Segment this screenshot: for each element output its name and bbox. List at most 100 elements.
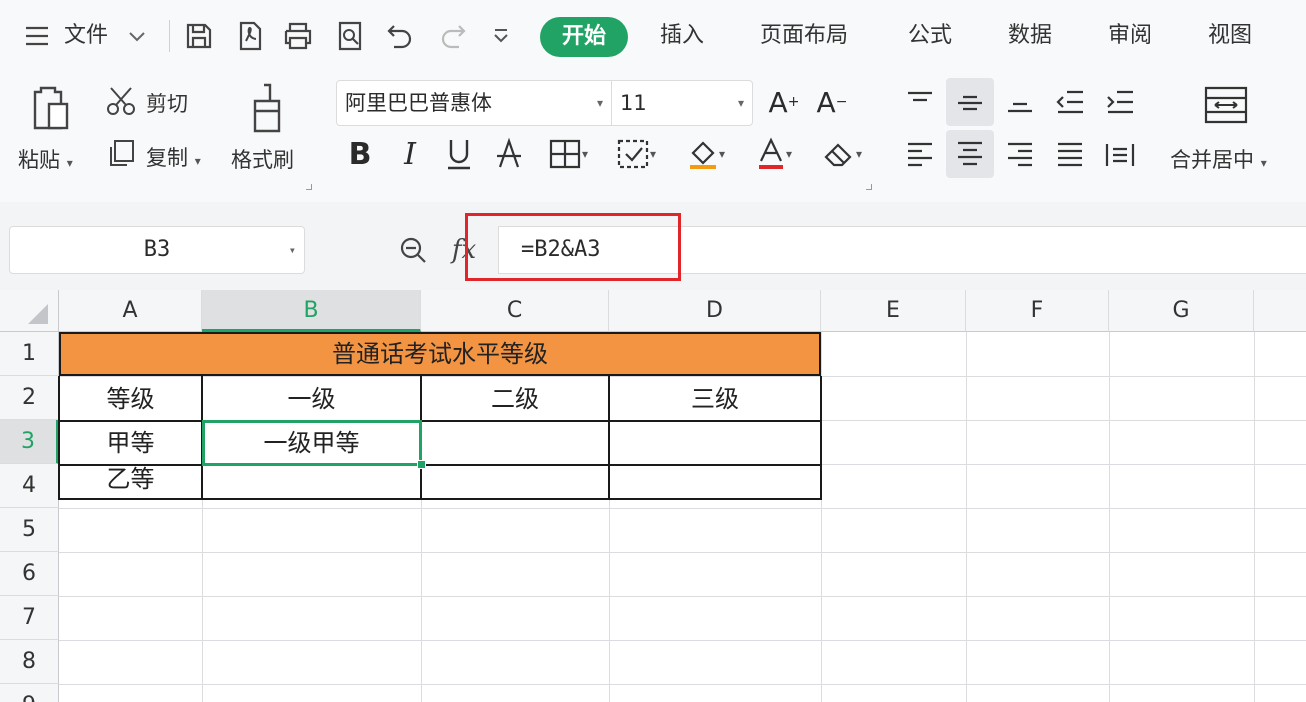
customize-toolbar-icon[interactable] [482,17,520,55]
cell-d3[interactable] [610,422,820,464]
font-group-launcher[interactable] [866,184,872,190]
column-header-h[interactable] [1254,290,1306,332]
tab-view[interactable]: 视图 [1208,16,1252,56]
chevron-down-icon[interactable] [118,17,156,55]
merge-center-button[interactable]: 合并居中 ▾ [1170,144,1267,174]
title-cell[interactable]: 普通话考试水平等级 [59,332,821,376]
tab-page-layout[interactable]: 页面布局 [760,16,848,56]
gridline [59,640,1306,641]
file-menu-label: 文件 [64,23,109,48]
italic-icon[interactable]: I [394,134,426,174]
row-header-6[interactable]: 6 [0,552,59,596]
tab-review[interactable]: 审阅 [1108,16,1152,56]
save-icon[interactable] [180,17,218,55]
column-header-g[interactable]: G [1109,290,1254,332]
merge-cells-icon[interactable] [1200,82,1252,128]
gridline [59,596,1306,597]
font-name-select[interactable]: 阿里巴巴普惠体 ▾ [336,80,612,126]
strikethrough-icon[interactable] [492,134,526,174]
column-header-e[interactable]: E [821,290,966,332]
gridline [1254,332,1255,702]
align-right-icon[interactable] [1000,132,1040,178]
file-menu[interactable]: 文件 [64,16,108,56]
format-painter-icon[interactable] [244,80,290,138]
ribbon-toolbar: 粘贴 ▾ 剪切 复制 ▾ 格式刷 阿里巴巴普惠体 ▾ 11 ▾ A + A − B I … [0,76,1306,202]
increase-indent-icon[interactable] [1100,82,1140,122]
cell-a3[interactable]: 甲等 [60,422,201,464]
distribute-icon[interactable] [1100,132,1140,178]
fill-color-icon[interactable]: ▾ [678,134,734,174]
cell-c3[interactable] [422,422,608,464]
column-header-b[interactable]: B [202,290,421,332]
divider [169,20,170,52]
undo-icon[interactable] [381,17,419,55]
gridline [59,508,1306,509]
fill-handle[interactable] [417,460,426,469]
cell-b4[interactable] [203,466,420,498]
align-center-icon[interactable] [946,130,994,178]
row-header-4[interactable]: 4 [0,464,59,508]
row-header-1[interactable]: 1 [0,332,59,376]
print-icon[interactable] [279,17,317,55]
align-middle-icon[interactable] [946,78,994,126]
paste-label[interactable]: 粘贴 ▾ [18,144,73,174]
copy-icon[interactable] [104,136,138,170]
row-header-8[interactable]: 8 [0,640,59,684]
redo-icon[interactable] [434,17,472,55]
eraser-icon[interactable]: ▾ [814,134,870,174]
tab-formulas[interactable]: 公式 [908,16,952,56]
row-header-9[interactable]: 9 [0,684,59,702]
gridline [59,552,1306,553]
column-header-a[interactable]: A [59,290,202,332]
column-header-d[interactable]: D [609,290,821,332]
cell-a2[interactable]: 等级 [60,378,201,420]
font-color-icon[interactable]: ▾ [746,134,802,174]
cell-d4[interactable] [610,466,820,498]
bold-icon[interactable]: B [344,134,376,174]
cell-b2[interactable]: 一级 [203,378,420,420]
scissors-icon[interactable] [104,84,138,118]
export-pdf-icon[interactable] [231,17,269,55]
column-header-f[interactable]: F [966,290,1109,332]
underline-icon[interactable] [442,134,476,174]
row-header-7[interactable]: 7 [0,596,59,640]
tab-data[interactable]: 数据 [1008,16,1052,56]
align-left-icon[interactable] [900,132,940,178]
copy-label[interactable]: 复制 ▾ [146,142,201,172]
spreadsheet-grid: A B C D E F G 1 2 3 4 5 6 7 8 9 普通话考试水平等… [0,290,1306,702]
cell-c2[interactable]: 二级 [422,378,608,420]
align-top-icon[interactable] [900,82,940,122]
decrease-font-icon[interactable]: A − [814,82,850,122]
name-box[interactable]: B3 ▾ [9,226,305,274]
gridline [966,332,967,702]
gridline [59,684,1306,685]
cell-d2[interactable]: 三级 [610,378,820,420]
tab-insert[interactable]: 插入 [660,16,704,56]
borders-icon[interactable]: ▾ [540,134,596,174]
format-painter-label[interactable]: 格式刷 [231,144,294,174]
select-all-corner[interactable] [0,290,59,332]
font-size-select[interactable]: 11 ▾ [611,80,753,126]
increase-font-icon[interactable]: A + [766,82,802,122]
row-header-5[interactable]: 5 [0,508,59,552]
column-header-c[interactable]: C [421,290,609,332]
clipboard-group-launcher[interactable] [306,184,312,190]
cell-style-icon[interactable]: ▾ [608,134,664,174]
cell-a4[interactable]: 乙等 [60,466,201,500]
decrease-indent-icon[interactable] [1050,82,1090,122]
gridline [1109,332,1110,702]
tab-start[interactable]: 开始 [540,17,628,57]
formula-bar: B3 ▾ fx =B2&A3 [0,202,1306,290]
active-cell-selection [202,420,422,466]
cut-label[interactable]: 剪切 [146,88,188,118]
row-header-3[interactable]: 3 [0,420,59,464]
hamburger-menu-icon[interactable] [18,17,56,55]
justify-icon[interactable] [1050,132,1090,178]
zoom-function-icon[interactable] [396,232,430,268]
align-bottom-icon[interactable] [1000,82,1040,122]
table-border [820,376,822,500]
row-header-2[interactable]: 2 [0,376,59,420]
paste-button[interactable] [20,80,80,140]
print-preview-icon[interactable] [331,17,369,55]
cell-c4[interactable] [422,466,608,498]
